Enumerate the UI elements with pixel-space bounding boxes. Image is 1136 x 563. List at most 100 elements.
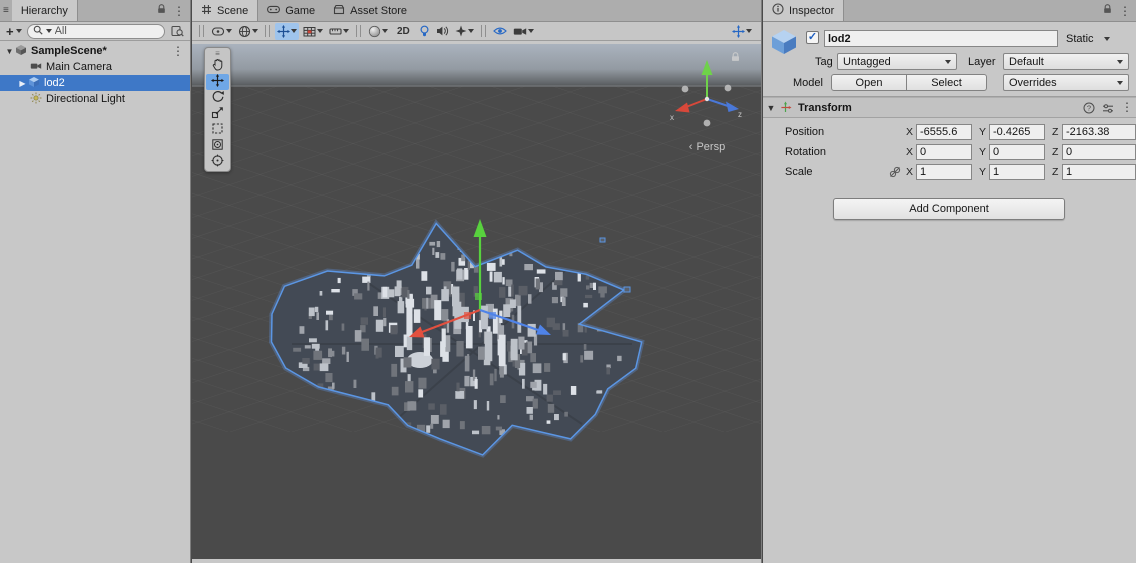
static-label: Static (1066, 33, 1094, 45)
hierarchy-row-lod2[interactable]: ▶ lod2 (0, 75, 190, 91)
tab-scene[interactable]: Scene (192, 0, 259, 21)
toolbar-grip (265, 25, 270, 37)
scale-z-field[interactable] (1062, 164, 1136, 180)
scene-viewport[interactable]: ≡ x z ‹ Persp (192, 44, 761, 559)
toggle-2d-button[interactable]: 2D (392, 23, 415, 40)
camera-settings-button[interactable] (511, 23, 536, 40)
gizmo-center[interactable] (704, 96, 710, 102)
item-label: Main Camera (46, 61, 113, 73)
asset-store-tab-icon (333, 4, 345, 18)
audio-toggle-button[interactable] (434, 23, 451, 40)
gizmo-y-cone[interactable] (701, 60, 713, 75)
tab-hierarchy[interactable]: Hierarchy (11, 0, 78, 21)
toolbar-grip (199, 25, 204, 37)
open-label: Open (855, 76, 883, 89)
inspector-panel: Inspector ⋮ ✓ Static Tag Untagged Layer … (763, 0, 1136, 563)
rotation-z-field[interactable] (1062, 144, 1136, 160)
lighting-toggle-button[interactable] (417, 23, 432, 40)
hand-tool-button[interactable] (206, 58, 229, 74)
search-window-icon[interactable] (167, 23, 187, 39)
tab-game[interactable]: Game (258, 0, 324, 21)
tab-inspector[interactable]: Inspector (763, 0, 845, 21)
layer-value: Default (1009, 55, 1044, 68)
tool-settings-global-button[interactable] (236, 23, 260, 40)
scale-icon (211, 106, 224, 122)
hierarchy-search[interactable] (26, 23, 165, 39)
custom-tool-icon (211, 154, 224, 170)
scale-y-field[interactable] (989, 164, 1045, 180)
gizmos-button[interactable] (730, 23, 754, 40)
axis-x-label: X (906, 126, 914, 138)
search-filter-caret-icon[interactable] (45, 29, 52, 33)
rotation-y-field[interactable] (989, 144, 1045, 160)
kebab-menu-icon[interactable]: ⋮ (1119, 5, 1131, 17)
2d-label: 2D (397, 25, 410, 37)
foldout-open-icon[interactable]: ▼ (4, 47, 15, 56)
layer-dropdown[interactable]: Default (1003, 53, 1129, 70)
rotation-x-field[interactable] (916, 144, 972, 160)
hierarchy-tabstrip: ≡ Hierarchy ⋮ (0, 0, 190, 22)
rect-tool-button[interactable] (206, 122, 229, 138)
transform-tool-icon (211, 138, 224, 154)
create-button[interactable]: + (3, 24, 25, 39)
rotate-icon (211, 90, 224, 106)
transform-header[interactable]: ▼ Transform ? ⋮ (763, 97, 1136, 118)
static-caret-icon[interactable] (1104, 37, 1110, 41)
help-icon[interactable]: ? (1083, 102, 1095, 117)
link-constrain-icon[interactable] (889, 166, 901, 181)
gizmo-lock-icon[interactable] (732, 52, 739, 61)
hierarchy-row-main-camera[interactable]: Main Camera (0, 59, 190, 75)
axis-x-label: X (906, 166, 914, 178)
tag-dropdown[interactable]: Untagged (837, 53, 957, 70)
search-input[interactable] (54, 25, 159, 37)
kebab-menu-icon[interactable]: ⋮ (173, 5, 185, 17)
gizmo-x-cone[interactable] (675, 102, 690, 113)
foldout-open-icon[interactable]: ▼ (763, 103, 779, 113)
shading-mode-button[interactable] (366, 23, 390, 40)
lock-icon[interactable] (1103, 4, 1112, 17)
tool-settings-pivot-button[interactable] (209, 23, 234, 40)
palette-drag-handle[interactable]: ≡ (206, 49, 229, 58)
rotate-tool-button[interactable] (206, 90, 229, 106)
object-name-field[interactable] (824, 30, 1058, 47)
position-y-field[interactable] (989, 124, 1045, 140)
grid-snapping-button[interactable] (275, 22, 299, 40)
open-button[interactable]: Open (831, 74, 907, 91)
position-x-field[interactable] (916, 124, 972, 140)
select-button[interactable]: Select (906, 74, 987, 91)
custom-tool-button[interactable] (206, 154, 229, 170)
foldout-closed-icon[interactable]: ▶ (17, 79, 28, 88)
active-checkbox[interactable]: ✓ (806, 31, 819, 44)
orientation-gizmo[interactable]: x z (668, 50, 746, 134)
move-tool-button[interactable] (206, 74, 229, 90)
scale-x-field[interactable] (916, 164, 972, 180)
model-label: Model (793, 77, 823, 89)
overrides-dropdown[interactable]: Overrides (1003, 74, 1129, 91)
kebab-menu-icon[interactable]: ⋮ (1121, 101, 1133, 113)
hierarchy-row-scene[interactable]: ▼ SampleScene* ⋮ (0, 43, 190, 59)
scene-kebab-icon[interactable]: ⋮ (172, 45, 184, 57)
svg-text:?: ? (1087, 104, 1091, 113)
projection-toggle[interactable]: ‹ Persp (670, 141, 744, 153)
add-component-button[interactable]: Add Component (833, 198, 1065, 220)
scene-panel: Scene Game Asset Store 2D ≡ x z ‹ Persp (192, 0, 762, 563)
prefab-cube-icon (28, 76, 40, 91)
prefab-icon (769, 27, 799, 60)
snap-increment-button[interactable] (327, 23, 351, 40)
pane-menu-icon[interactable]: ≡ (0, 0, 12, 21)
effects-button[interactable] (453, 23, 476, 40)
transform-tool-button[interactable] (206, 138, 229, 154)
scene-name: SampleScene* (31, 45, 107, 57)
scale-tool-button[interactable] (206, 106, 229, 122)
tab-inspector-label: Inspector (789, 4, 835, 17)
hierarchy-row-directional-light[interactable]: Directional Light (0, 91, 190, 107)
preset-icon[interactable] (1102, 103, 1114, 117)
lock-icon[interactable] (157, 4, 166, 17)
grid-visibility-button[interactable] (301, 23, 325, 40)
hierarchy-panel: ≡ Hierarchy ⋮ + ▼ SampleScene* ⋮ (0, 0, 191, 563)
tab-asset-store[interactable]: Asset Store (324, 0, 416, 21)
visibility-toggle-button[interactable] (491, 23, 509, 40)
check-icon: ✓ (807, 31, 818, 43)
hierarchy-toolbar: + (0, 22, 190, 41)
position-z-field[interactable] (1062, 124, 1136, 140)
